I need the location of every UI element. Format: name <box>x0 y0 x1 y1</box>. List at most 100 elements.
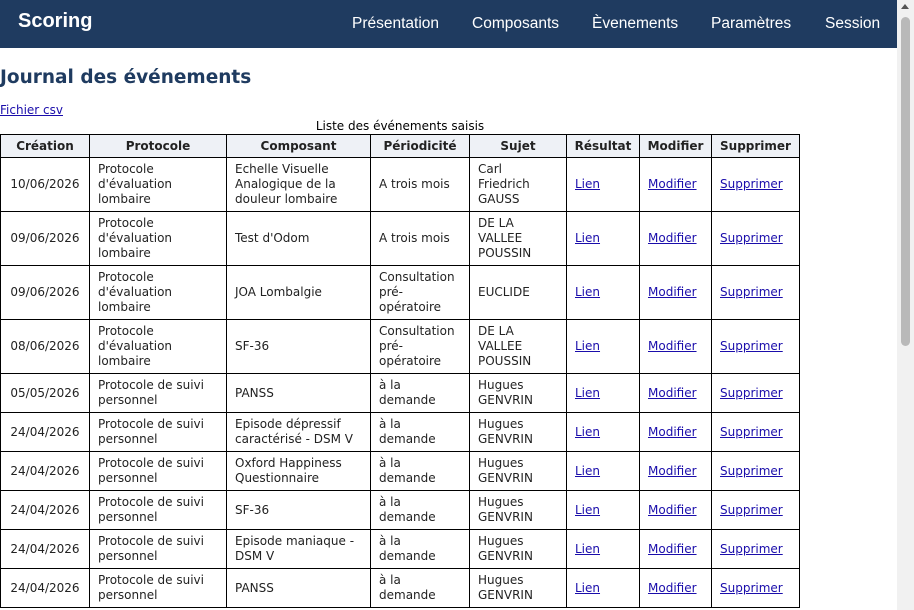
cell-line: GENVRIN <box>478 393 533 407</box>
col-header-creation: Création <box>0 134 90 158</box>
cell-protocole: Protocole d'évaluation lombaire <box>89 211 227 266</box>
cell-periodicite: A trois mois <box>370 157 470 212</box>
cell-supprimer: Supprimer <box>711 490 800 530</box>
modify-link[interactable]: Modifier <box>648 177 697 191</box>
cell-protocole: Protocole d'évaluation lombaire <box>89 319 227 374</box>
table-header-row: Création Protocole Composant Périodicité… <box>0 134 800 158</box>
cell-line: personnel <box>98 549 158 563</box>
delete-link[interactable]: Supprimer <box>720 285 783 299</box>
csv-file-link[interactable]: Fichier csv <box>0 103 63 117</box>
col-header-sujet: Sujet <box>469 134 567 158</box>
table-row: 24/04/2026 Protocole de suivi personnel Epi… <box>0 529 800 569</box>
result-link[interactable]: Lien <box>575 231 600 245</box>
cell-supprimer: Supprimer <box>711 451 800 491</box>
cell-periodicite: à la demande <box>370 490 470 530</box>
modify-link[interactable]: Modifier <box>648 285 697 299</box>
col-header-protocole: Protocole <box>89 134 227 158</box>
cell-modifier: Modifier <box>639 373 712 413</box>
delete-link[interactable]: Supprimer <box>720 581 783 595</box>
cell-line: pré- <box>379 285 403 299</box>
delete-link[interactable]: Supprimer <box>720 386 783 400</box>
result-link[interactable]: Lien <box>575 386 600 400</box>
cell-protocole: Protocole de suivi personnel <box>89 490 227 530</box>
cell-resultat: Lien <box>566 373 640 413</box>
delete-link[interactable]: Supprimer <box>720 339 783 353</box>
cell-composant: Echelle Visuelle Analogique de la douleur … <box>226 157 371 212</box>
result-link[interactable]: Lien <box>575 177 600 191</box>
delete-link[interactable]: Supprimer <box>720 177 783 191</box>
cell-resultat: Lien <box>566 490 640 530</box>
cell-composant: Test d'Odom <box>226 211 371 266</box>
cell-line: à la <box>379 456 401 470</box>
cell-line: à la <box>379 534 401 548</box>
result-link[interactable]: Lien <box>575 581 600 595</box>
delete-link[interactable]: Supprimer <box>720 425 783 439</box>
modify-link[interactable]: Modifier <box>648 464 697 478</box>
cell-line: JOA Lombalgie <box>235 285 322 299</box>
cell-composant: SF-36 <box>226 490 371 530</box>
cell-creation: 24/04/2026 <box>0 412 90 452</box>
page-title: Journal des événements <box>0 67 252 88</box>
cell-line: SF-36 <box>235 502 270 517</box>
cell-sujet: Hugues GENVRIN <box>469 412 567 452</box>
cell-line: A trois mois <box>379 231 450 245</box>
result-link[interactable]: Lien <box>575 503 600 517</box>
modify-link[interactable]: Modifier <box>648 581 697 595</box>
vertical-scrollbar[interactable] <box>897 0 914 610</box>
brand-logo[interactable]: Scoring <box>18 10 92 33</box>
cell-line: PANSS <box>235 580 274 595</box>
nav-evenements[interactable]: Èvenements <box>592 15 678 33</box>
cell-line: à la <box>379 378 401 392</box>
cell-supprimer: Supprimer <box>711 211 800 266</box>
delete-link[interactable]: Supprimer <box>720 464 783 478</box>
cell-line: lombaire <box>98 300 151 314</box>
modify-link[interactable]: Modifier <box>648 231 697 245</box>
cell-line: GENVRIN <box>478 510 533 524</box>
modify-link[interactable]: Modifier <box>648 503 697 517</box>
cell-line: POUSSIN <box>478 354 532 368</box>
cell-line: à la <box>379 417 401 431</box>
cell-line: personnel <box>98 471 158 485</box>
cell-line: personnel <box>98 588 158 602</box>
nav-session[interactable]: Session <box>825 15 880 33</box>
cell-line: Consultation <box>379 270 455 284</box>
cell-line: Protocole de suivi <box>98 378 204 392</box>
col-header-resultat: Résultat <box>566 134 640 158</box>
delete-link[interactable]: Supprimer <box>720 503 783 517</box>
cell-composant: PANSS <box>226 373 371 413</box>
scrollbar-thumb[interactable] <box>901 17 910 346</box>
cell-periodicite: à la demande <box>370 373 470 413</box>
modify-link[interactable]: Modifier <box>648 425 697 439</box>
scroll-up-arrow-icon[interactable] <box>901 4 909 9</box>
cell-creation: 24/04/2026 <box>0 568 90 608</box>
cell-resultat: Lien <box>566 211 640 266</box>
result-link[interactable]: Lien <box>575 464 600 478</box>
result-link[interactable]: Lien <box>575 425 600 439</box>
cell-line: demande <box>379 588 436 602</box>
nav-presentation[interactable]: Présentation <box>352 15 439 33</box>
result-link[interactable]: Lien <box>575 542 600 556</box>
modify-link[interactable]: Modifier <box>648 339 697 353</box>
cell-line: VALLEE <box>478 231 523 245</box>
cell-line: demande <box>379 432 436 446</box>
cell-periodicite: Consultation pré-opératoire <box>370 319 470 374</box>
delete-link[interactable]: Supprimer <box>720 542 783 556</box>
modify-link[interactable]: Modifier <box>648 542 697 556</box>
cell-creation: 10/06/2026 <box>0 157 90 212</box>
cell-line: Protocole <box>98 216 154 230</box>
result-link[interactable]: Lien <box>575 285 600 299</box>
modify-link[interactable]: Modifier <box>648 386 697 400</box>
cell-modifier: Modifier <box>639 451 712 491</box>
cell-supprimer: Supprimer <box>711 319 800 374</box>
cell-protocole: Protocole d'évaluation lombaire <box>89 265 227 320</box>
cell-line: Protocole de suivi <box>98 417 204 431</box>
cell-sujet: DE LA VALLEE POUSSIN <box>469 211 567 266</box>
result-link[interactable]: Lien <box>575 339 600 353</box>
nav-parametres[interactable]: Paramètres <box>711 15 791 33</box>
nav-composants[interactable]: Composants <box>472 15 559 33</box>
cell-creation: 24/04/2026 <box>0 529 90 569</box>
delete-link[interactable]: Supprimer <box>720 231 783 245</box>
cell-periodicite: à la demande <box>370 412 470 452</box>
cell-line: GAUSS <box>478 192 520 206</box>
cell-line: personnel <box>98 432 158 446</box>
